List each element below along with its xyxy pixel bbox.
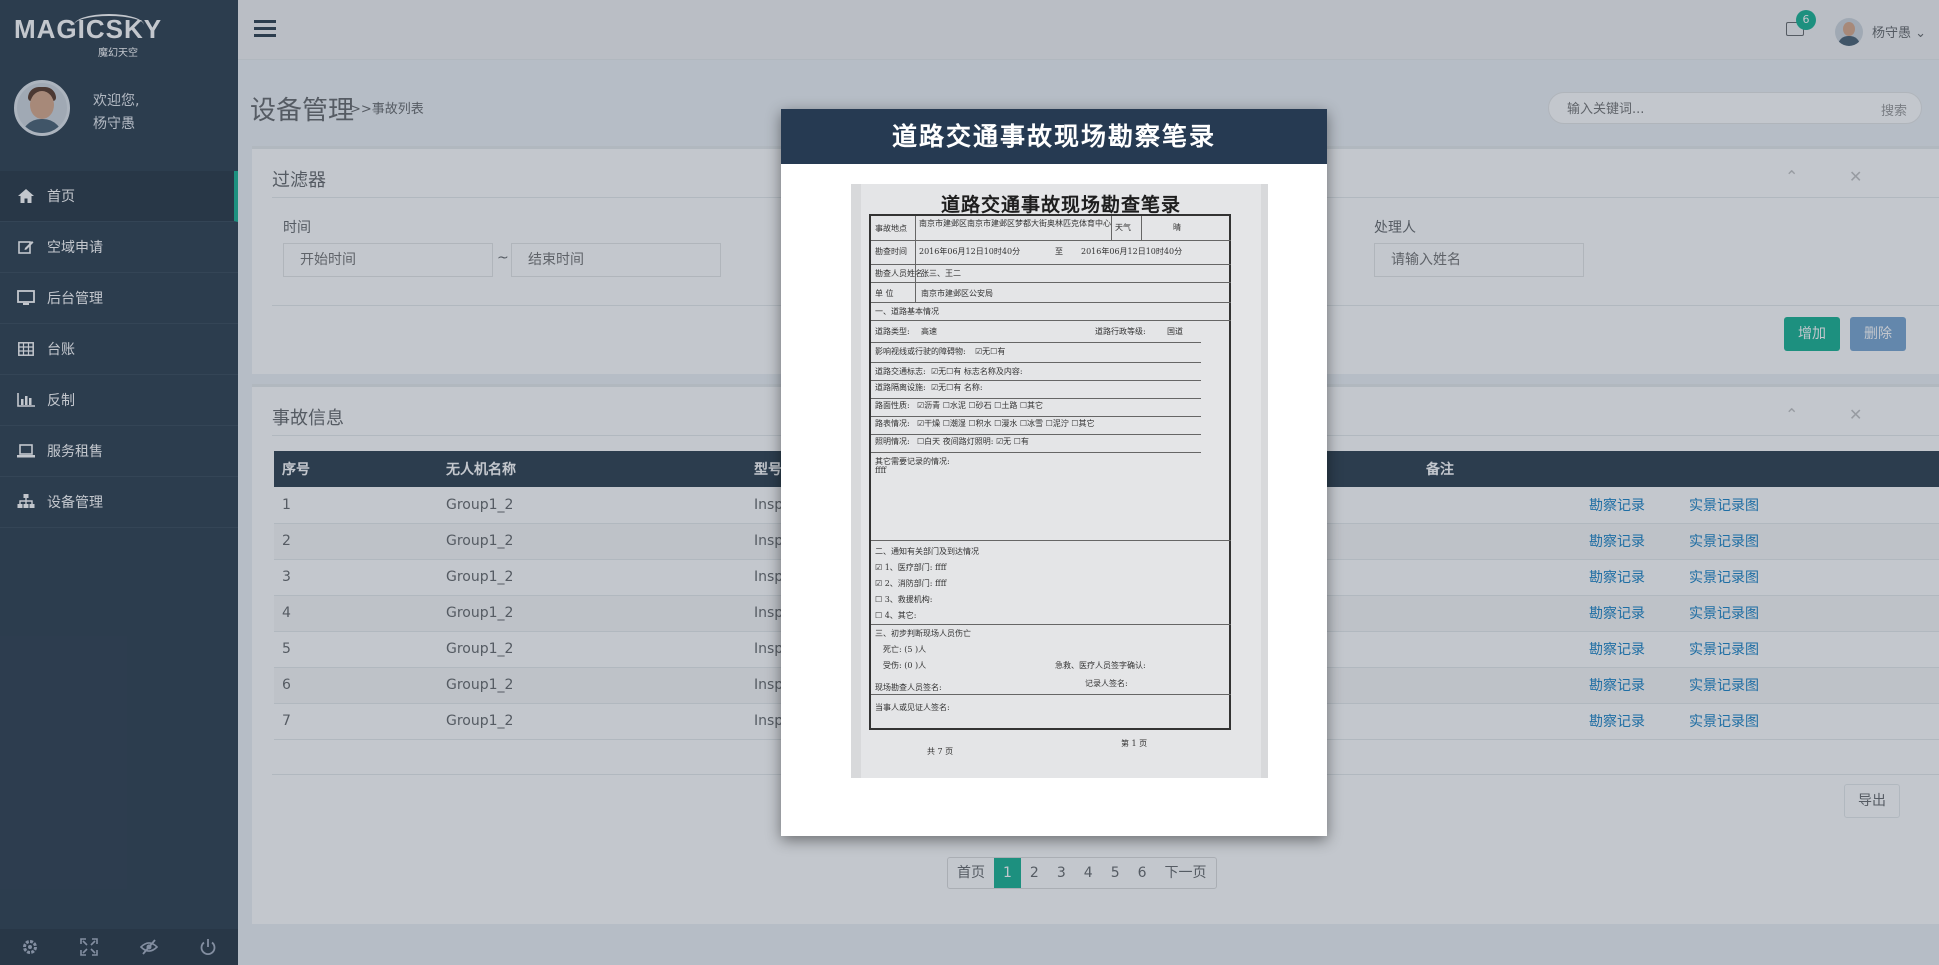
doc-text: 南京市建邺区公安局: [921, 289, 993, 298]
doc-text: 一、道路基本情况: [875, 307, 939, 316]
doc-rule: [871, 342, 1201, 343]
modal-title: 道路交通事故现场勘察笔录: [781, 109, 1327, 164]
doc-rule: [871, 320, 1231, 321]
doc-rule: [871, 624, 1231, 625]
doc-text: 天气: [1115, 223, 1131, 232]
doc-text: 受伤: (0 )人: [883, 661, 927, 670]
doc-text: 2016年06月12日10时40分: [1081, 247, 1183, 256]
page-count: 共 7 页: [927, 747, 954, 756]
doc-text: 事故地点: [875, 224, 907, 233]
doc-rule: [871, 302, 1231, 303]
doc-text: 张三、王二: [921, 269, 961, 278]
doc-text: 记录人签名:: [1085, 679, 1128, 688]
doc-text: ☑无☐有: [975, 347, 1006, 356]
doc-text: ☐白天 夜间路灯照明: ☑无 ☐有: [917, 437, 1029, 446]
doc-text: 2016年06月12日10时40分: [919, 247, 1021, 256]
doc-rule: [871, 282, 1231, 283]
doc-rule: [871, 452, 1201, 453]
doc-text: 道路隔离设施:: [875, 383, 926, 392]
doc-text: 至: [1055, 247, 1063, 256]
doc-rule: [871, 362, 1201, 363]
doc-rule: [915, 216, 916, 302]
doc-text: 二、通知有关部门及到达情况: [875, 547, 979, 556]
doc-text: ☐ 3、救援机构:: [875, 595, 933, 604]
doc-text: 现场勘查人员签名:: [875, 683, 942, 692]
doc-text: 道路行政等级:: [1095, 327, 1146, 336]
doc-rule: [871, 264, 1231, 265]
doc-text: 路表情况:: [875, 419, 910, 428]
doc-text: 高速: [921, 327, 937, 336]
doc-text: 路面性质:: [875, 401, 910, 410]
doc-text: 南京市建邺区南京市建邺区梦都大街奥林匹克体育中心: [919, 219, 1111, 228]
doc-text: ffff: [875, 466, 887, 475]
doc-rule: [871, 694, 1231, 695]
doc-text: 单 位: [875, 289, 894, 298]
doc-text: ☑无☐有 标志名称及内容:: [931, 367, 1023, 376]
doc-text: ☑沥青 ☐水泥 ☐砂石 ☐土路 ☐其它: [917, 401, 1044, 410]
doc-text: 当事人或见证人签名:: [875, 703, 950, 712]
doc-rule: [871, 540, 1231, 541]
doc-text: 三、初步判断现场人员伤亡: [875, 629, 971, 638]
doc-rule: [1141, 216, 1142, 240]
doc-text: 急救、医疗人员签字确认:: [1055, 661, 1146, 670]
document-page: 道路交通事故现场勘查笔录 事故地点 南京市建邺区南京市建邺区梦都大街奥林匹克体育中…: [861, 184, 1261, 778]
doc-title: 道路交通事故现场勘查笔录: [940, 194, 1181, 216]
doc-text: 照明情况:: [875, 437, 910, 446]
doc-frame: 事故地点 南京市建邺区南京市建邺区梦都大街奥林匹克体育中心 天气 晴勘查时间 2016年…: [869, 214, 1231, 756]
record-modal: 道路交通事故现场勘察笔录 道路交通事故现场勘查笔录 事故地点 南京市建邺区南京市建…: [781, 109, 1327, 836]
doc-text: ☑干燥 ☐潮湿 ☐积水 ☐漫水 ☐冰雪 ☐泥泞 ☐其它: [917, 419, 1095, 428]
doc-text: 道路交通标志:: [875, 367, 926, 376]
doc-text: ☑无☐有 名称:: [931, 383, 983, 392]
doc-rule: [871, 416, 1201, 417]
doc-text: 勘查人员姓名: [875, 269, 923, 278]
doc-rule: [871, 240, 1231, 241]
doc-text: 道路类型:: [875, 327, 910, 336]
doc-rule: [1111, 216, 1112, 240]
doc-rule: [871, 434, 1201, 435]
doc-text: ☐ 4、其它:: [875, 611, 917, 620]
doc-text: 死亡: (5 )人: [883, 645, 927, 654]
doc-text: 国道: [1167, 327, 1183, 336]
doc-rule: [871, 398, 1201, 399]
document-photo: 道路交通事故现场勘查笔录 事故地点 南京市建邺区南京市建邺区梦都大街奥林匹克体育中…: [851, 184, 1268, 778]
doc-text: 晴: [1173, 223, 1181, 232]
doc-text: 影响视线或行驶的障碍物:: [875, 347, 966, 356]
doc-text: ☑ 1、医疗部门: ffff: [875, 563, 947, 572]
page-index: 第 1 页: [1121, 739, 1148, 748]
doc-text: ☑ 2、消防部门: ffff: [875, 579, 947, 588]
doc-rule: [871, 380, 1201, 381]
doc-text: 勘查时间: [875, 247, 907, 256]
